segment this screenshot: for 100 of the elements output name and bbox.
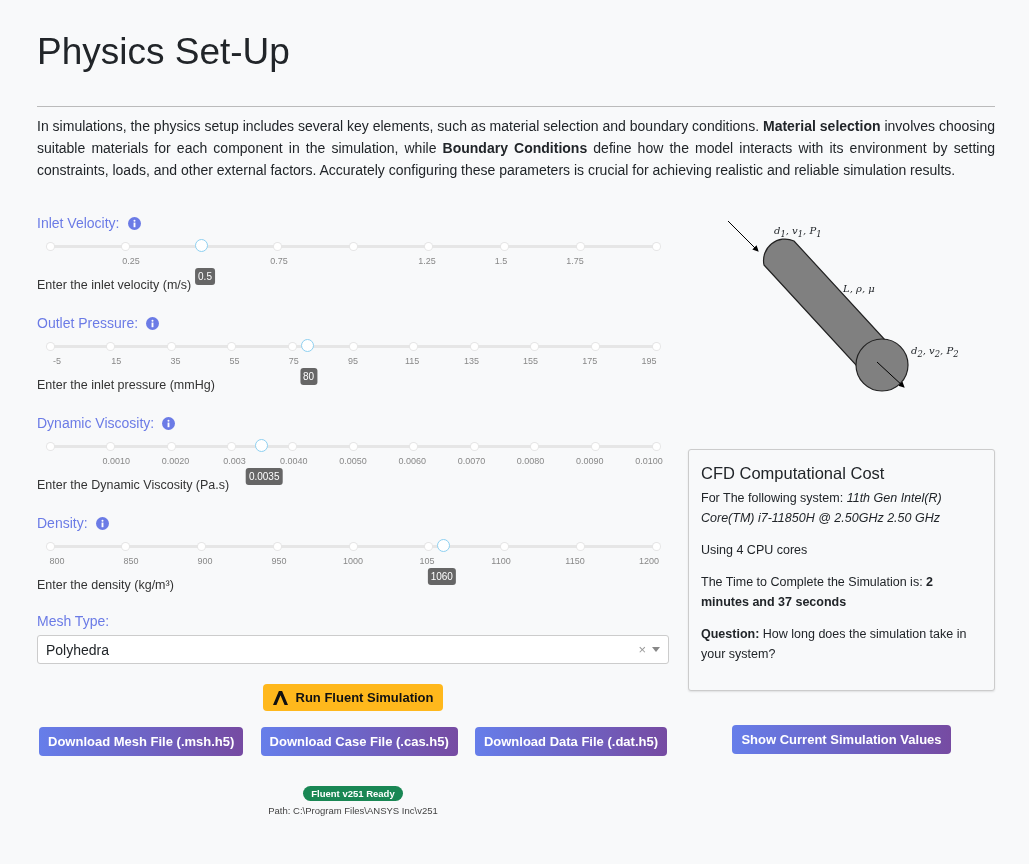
tick-mark (591, 343, 599, 350)
download-button[interactable]: Download Mesh File (.msh.h5) (39, 727, 244, 756)
slider-label: Inlet Velocity: (37, 215, 120, 231)
slider-thumb[interactable] (436, 539, 450, 552)
status-badge: Fluent v251 Ready (303, 786, 403, 801)
tick-mark (501, 543, 508, 550)
outlet-label: d$_{2}$, v$_{2}$, P$_{2}$ (911, 345, 959, 359)
tick-mark (652, 343, 660, 350)
value-tooltip: 0.0035 (245, 468, 283, 485)
tick-label: 0.0020 (161, 456, 190, 466)
tick-label: 115 (405, 356, 420, 366)
slider-hint: Enter the density (kg/m³) (37, 578, 175, 592)
tick-mark (349, 343, 357, 350)
tick-label: 0.003 (223, 456, 246, 466)
tick-mark (349, 443, 357, 450)
tick-label: 1100 (491, 556, 511, 566)
tick-label: 155 (523, 356, 539, 366)
tick-label: 95 (348, 356, 358, 366)
tick-label: 1.75 (566, 256, 584, 266)
value-tooltip: 80 (300, 368, 318, 385)
download-button[interactable]: Download Case File (.cas.h5) (260, 727, 458, 756)
tick-label: 195 (641, 356, 657, 366)
slider-hint: Enter the Dynamic Viscosity (Pa.s) (37, 478, 231, 492)
info-icon[interactable] (146, 316, 160, 330)
slider-thumb[interactable] (255, 439, 269, 452)
tick-label: 1000 (343, 556, 363, 566)
tick-mark (652, 543, 660, 550)
tick-mark (470, 343, 478, 350)
install-path: Path: C:\Program Files\ANSYS Inc\v251 (268, 805, 438, 816)
tick-label: 1.5 (494, 256, 508, 266)
tick-label: 1.25 (418, 256, 436, 266)
clear-icon[interactable]: × (638, 642, 646, 657)
mesh-type-select[interactable]: Polyhedra × (37, 635, 669, 664)
slider-label: Density: (37, 515, 88, 531)
download-button[interactable]: Download Data File (.dat.h5) (474, 727, 667, 756)
page-title: Physics Set-Up (37, 30, 291, 74)
tick-label: 0.0050 (339, 456, 367, 466)
tick-mark (107, 343, 115, 350)
tick-mark (576, 543, 584, 550)
tick-mark (349, 543, 357, 550)
info-icon[interactable] (95, 516, 109, 530)
tick-mark (122, 243, 130, 250)
tick-mark (576, 243, 584, 250)
tick-mark (531, 343, 539, 350)
tick-mark (46, 343, 54, 350)
tick-label: 0.0040 (280, 456, 308, 466)
tick-mark (349, 243, 357, 250)
tick-mark (107, 443, 115, 450)
tick-mark (228, 443, 236, 450)
run-simulation-button[interactable]: Run Fluent Simulation (262, 684, 444, 711)
tick-label: 175 (582, 356, 598, 366)
caret-icon[interactable] (652, 647, 660, 652)
tick-label: 0.75 (270, 256, 288, 266)
tick-mark (652, 243, 660, 250)
tick-mark (122, 543, 130, 550)
tick-label: 0.0060 (398, 456, 426, 466)
tick-label: 75 (288, 356, 299, 366)
slider-thumb[interactable] (300, 339, 314, 352)
tick-mark (46, 543, 54, 550)
slider-thumb[interactable] (194, 239, 208, 252)
tick-label: 0.25 (122, 256, 140, 266)
tick-mark (273, 543, 281, 550)
mesh-type-label: Mesh Type: (37, 613, 111, 631)
tick-label: 850 (123, 556, 139, 566)
tick-mark (167, 443, 175, 450)
info-icon[interactable] (162, 416, 176, 430)
card-text: Question: How long does the simulation take in your system? (701, 626, 968, 663)
tick-label: 0.0070 (457, 456, 486, 466)
tick-mark (228, 343, 236, 350)
pipe-property-label: L, ρ, μ (843, 283, 875, 294)
tick-label: 0.0010 (102, 456, 130, 466)
tick-label: 55 (229, 356, 240, 366)
tick-label: -5 (53, 356, 61, 366)
value-tooltip: 1060 (427, 568, 456, 585)
tick-mark (425, 543, 433, 550)
tick-mark (46, 243, 54, 250)
tick-label: 0.0100 (635, 456, 663, 466)
slider-hint: Enter the inlet velocity (m/s) (37, 278, 193, 292)
tick-mark (288, 343, 296, 350)
tick-mark (591, 443, 599, 450)
show-values-button[interactable]: Show Current Simulation Values (732, 725, 951, 754)
card-text: The Time to Complete the Simulation is: 2 minutes and 37 seconds (701, 574, 935, 611)
tick-mark (652, 443, 660, 450)
tick-mark (501, 243, 508, 250)
tick-mark (167, 343, 175, 350)
value-tooltip: 0.5 (195, 268, 215, 285)
tick-label: 950 (271, 556, 287, 566)
slider-label: Outlet Pressure: (37, 315, 139, 331)
tick-mark (531, 443, 539, 450)
tick-label: 15 (111, 356, 122, 366)
tick-label: 135 (463, 356, 479, 366)
inlet-label: d$_{1}$, v$_{1}$, P$_{1}$ (774, 225, 822, 239)
tick-label: 0.0080 (516, 456, 545, 466)
tick-label: 800 (49, 556, 65, 566)
tick-label: 0.0090 (576, 456, 604, 466)
tick-mark (273, 243, 281, 250)
slider-label: Dynamic Viscosity: (37, 415, 155, 431)
tick-label: 1150 (565, 556, 585, 566)
tick-mark (425, 243, 433, 250)
info-icon[interactable] (127, 216, 141, 230)
